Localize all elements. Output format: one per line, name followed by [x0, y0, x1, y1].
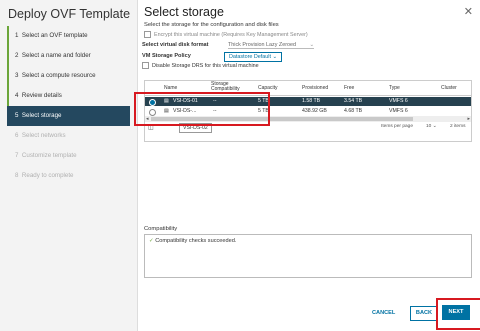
checkbox-box[interactable]: [144, 31, 151, 38]
step-select-storage[interactable]: 5 Select storage: [7, 106, 130, 126]
step-number: 8: [15, 172, 19, 179]
close-icon[interactable]: ✕: [464, 5, 473, 18]
step-number: 7: [15, 152, 19, 159]
cell-type: VMFS 6: [389, 108, 408, 114]
col-header-name[interactable]: Name: [164, 85, 177, 91]
col-header-provisioned[interactable]: Provisioned: [302, 85, 328, 91]
step-label: Select a compute resource: [21, 72, 96, 79]
disk-format-label: Select virtual disk format: [142, 42, 209, 48]
step-select-compute-resource[interactable]: 3 Select a compute resource: [7, 66, 130, 86]
storage-policy-value: Datastore Default: [229, 54, 271, 60]
step-number: 2: [15, 52, 19, 59]
step-label: Select an OVF template: [21, 32, 88, 39]
checkbox-box[interactable]: [142, 62, 149, 69]
chevron-down-icon: ⌄: [309, 42, 314, 48]
col-header-type[interactable]: Type: [389, 85, 400, 91]
wizard-sidebar: Deploy OVF Template 1 Select an OVF temp…: [0, 0, 138, 331]
items-per-page-value: 10: [426, 124, 432, 129]
step-select-name-folder[interactable]: 2 Select a name and folder: [7, 46, 130, 66]
disk-format-value: Thick Provision Lazy Zeroed: [228, 42, 297, 48]
col-header-free[interactable]: Free: [344, 85, 354, 91]
storage-policy-label: VM Storage Policy: [142, 53, 191, 59]
encrypt-vm-checkbox[interactable]: Encrypt this virtual machine (Requires K…: [144, 31, 308, 38]
step-label: Customize template: [21, 152, 77, 159]
highlight-box-next: [436, 298, 480, 330]
col-header-cluster[interactable]: Cluster: [441, 85, 457, 91]
disable-drs-label: Disable Storage DRS for this virtual mac…: [152, 62, 259, 69]
cell-provisioned: 438.92 GB: [302, 108, 327, 114]
cell-type: VMFS 6: [389, 98, 408, 104]
step-label: Review details: [21, 92, 62, 99]
step-review-details[interactable]: 4 Review details: [7, 86, 130, 106]
wizard-title: Deploy OVF Template: [8, 7, 131, 21]
step-ready-to-complete: 8 Ready to complete: [7, 166, 130, 186]
item-count: 2 items: [450, 124, 466, 129]
compatibility-message: ✓ Compatibility checks succeeded.: [149, 238, 236, 244]
step-select-ovf-template[interactable]: 1 Select an OVF template: [7, 26, 130, 46]
cancel-button[interactable]: CANCEL: [372, 310, 395, 316]
items-per-page-label: Items per page: [381, 124, 413, 129]
step-number: 1: [15, 32, 19, 39]
col-header-capacity[interactable]: Capacity: [258, 85, 277, 91]
back-button[interactable]: BACK: [410, 306, 438, 321]
step-label: Ready to complete: [21, 172, 74, 179]
disable-drs-checkbox[interactable]: Disable Storage DRS for this virtual mac…: [142, 62, 259, 69]
page-title: Select storage: [144, 5, 224, 19]
compatibility-label: Compatibility: [144, 226, 178, 232]
highlight-box-datastores: [134, 92, 270, 126]
compatibility-message-text: Compatibility checks succeeded.: [155, 238, 237, 244]
wizard-steps: 1 Select an OVF template 2 Select a name…: [7, 26, 130, 186]
step-number: 4: [15, 92, 19, 99]
step-number: 5: [15, 112, 19, 119]
check-icon: ✓: [149, 238, 154, 244]
page-subtitle: Select the storage for the configuration…: [144, 22, 279, 28]
items-per-page-select[interactable]: 10 ⌄: [426, 124, 437, 129]
step-customize-template: 7 Customize template: [7, 146, 130, 166]
cell-provisioned: 1.58 TB: [302, 98, 321, 104]
step-label: Select networks: [21, 132, 66, 139]
step-label: Select storage: [21, 112, 62, 119]
cell-free: 4.68 TB: [344, 108, 363, 114]
disk-format-select[interactable]: Thick Provision Lazy Zeroed ⌄: [228, 42, 314, 49]
step-label: Select a name and folder: [21, 52, 91, 59]
storage-policy-select[interactable]: Datastore Default ⌄: [224, 52, 282, 62]
chevron-down-icon: ⌄: [272, 54, 277, 60]
step-select-networks: 6 Select networks: [7, 126, 130, 146]
col-header-storage-compatibility[interactable]: Storage Compatibility: [211, 82, 251, 92]
cell-free: 3.54 TB: [344, 98, 363, 104]
step-number: 3: [15, 72, 19, 79]
main-panel: Select storage ✕ Select the storage for …: [138, 0, 480, 331]
step-number: 6: [15, 132, 19, 139]
encrypt-vm-label: Encrypt this virtual machine (Requires K…: [154, 31, 308, 38]
compatibility-panel: ✓ Compatibility checks succeeded.: [144, 234, 472, 278]
